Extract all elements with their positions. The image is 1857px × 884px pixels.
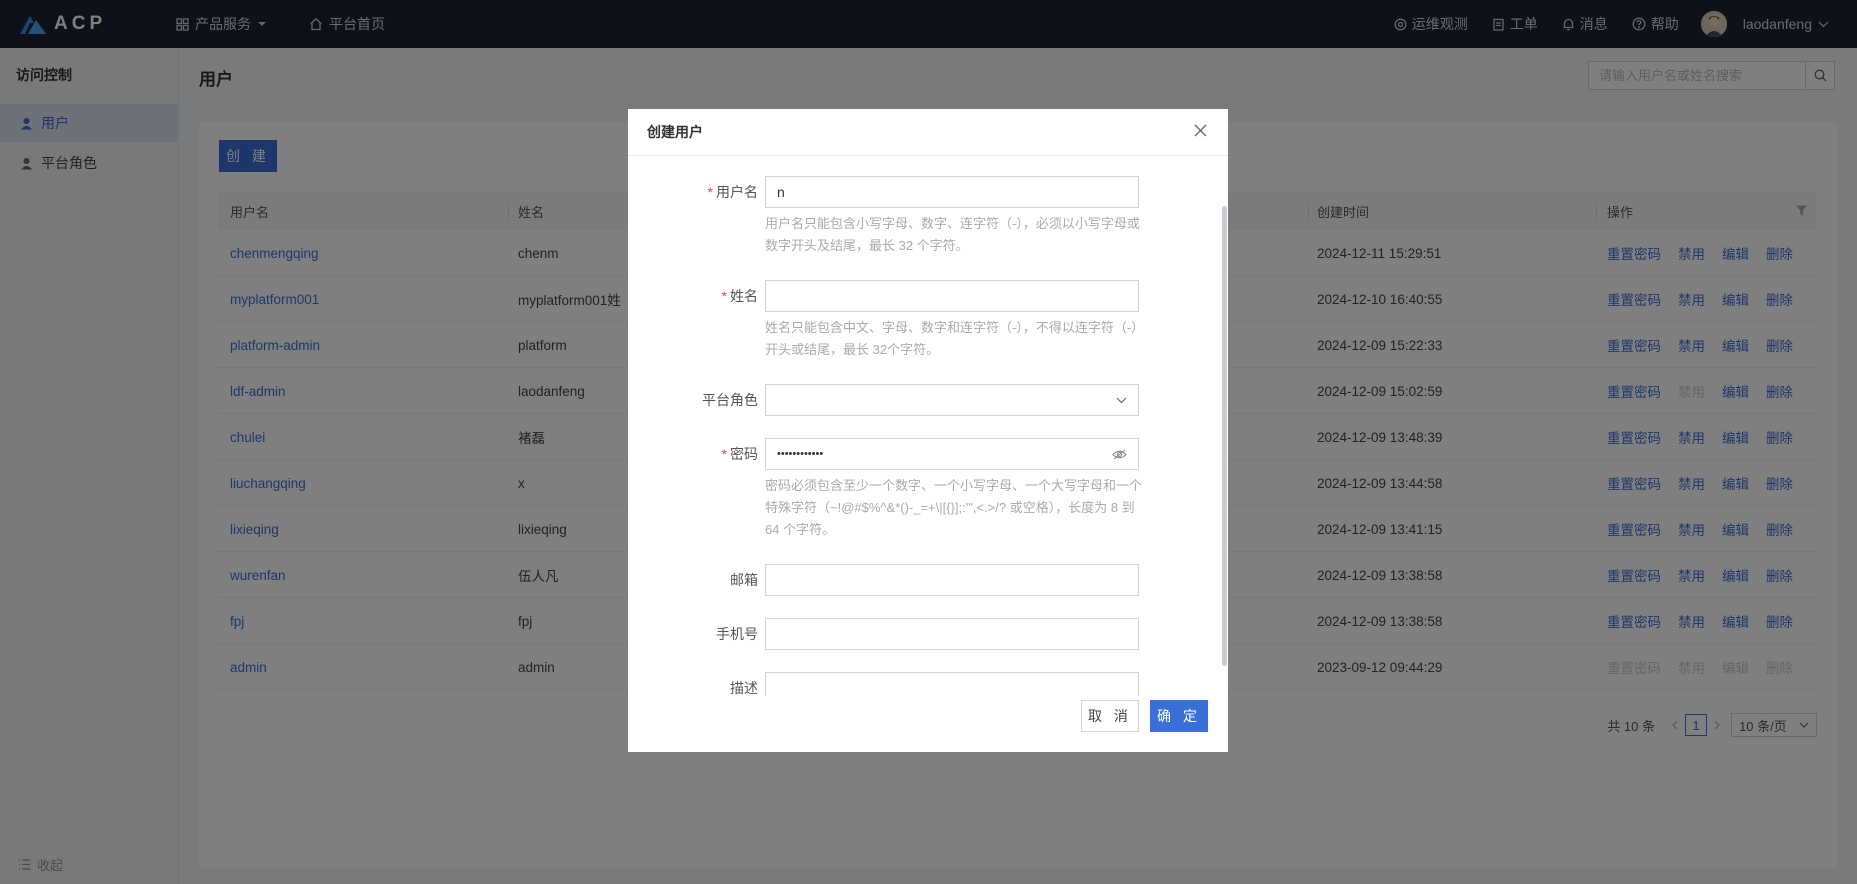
create-user-dialog: 创建用户 *用户名 用户名只能包含小写字母、数字、连字符（-），必须以小写字母或… [628, 109, 1228, 752]
cancel-button[interactable]: 取 消 [1081, 700, 1139, 732]
description-label: 描述 [730, 680, 758, 696]
username-input[interactable] [765, 176, 1139, 208]
username-hint: 用户名只能包含小写字母、数字、连字符（-），必须以小写字母或数字开头及结尾，最长… [765, 216, 1140, 253]
description-textarea[interactable] [765, 672, 1139, 696]
username-input-field[interactable] [777, 184, 1127, 200]
dialog-header: 创建用户 [628, 109, 1228, 156]
confirm-button[interactable]: 确 定 [1150, 700, 1208, 732]
chevron-down-icon [1116, 397, 1127, 403]
name-hint: 姓名只能包含中文、字母、数字和连字符（-），不得以连字符（-）开头或结尾，最长 … [765, 320, 1145, 357]
name-input[interactable] [765, 280, 1139, 312]
password-hint: 密码必须包含至少一个数字、一个小写字母、一个大写字母和一个特殊字符（~!@#$%… [765, 478, 1143, 537]
dialog-title: 创建用户 [647, 124, 703, 140]
phone-label: 手机号 [716, 626, 758, 642]
name-label: * 姓名 [721, 288, 758, 304]
dialog-footer: 取 消 确 定 [1081, 700, 1208, 732]
dialog-body: *用户名 用户名只能包含小写字母、数字、连字符（-），必须以小写字母或数字开头及… [628, 156, 1228, 696]
username-label: * 用户名 [707, 184, 758, 200]
password-input[interactable]: •••••••••••• [765, 438, 1139, 470]
password-label: * 密码 [721, 446, 758, 462]
phone-input-field[interactable] [777, 626, 1127, 642]
email-label: 邮箱 [730, 572, 758, 588]
email-input[interactable] [765, 564, 1139, 596]
eye-off-icon[interactable] [1112, 449, 1127, 460]
email-input-field[interactable] [777, 572, 1127, 588]
platform-role-label: 平台角色 [702, 392, 758, 408]
platform-role-select[interactable] [765, 384, 1139, 416]
phone-input[interactable] [765, 618, 1139, 650]
name-input-field[interactable] [777, 288, 1127, 304]
close-icon[interactable] [1193, 123, 1208, 138]
dialog-scrollbar[interactable] [1222, 206, 1227, 666]
password-value: •••••••••••• [777, 448, 824, 460]
